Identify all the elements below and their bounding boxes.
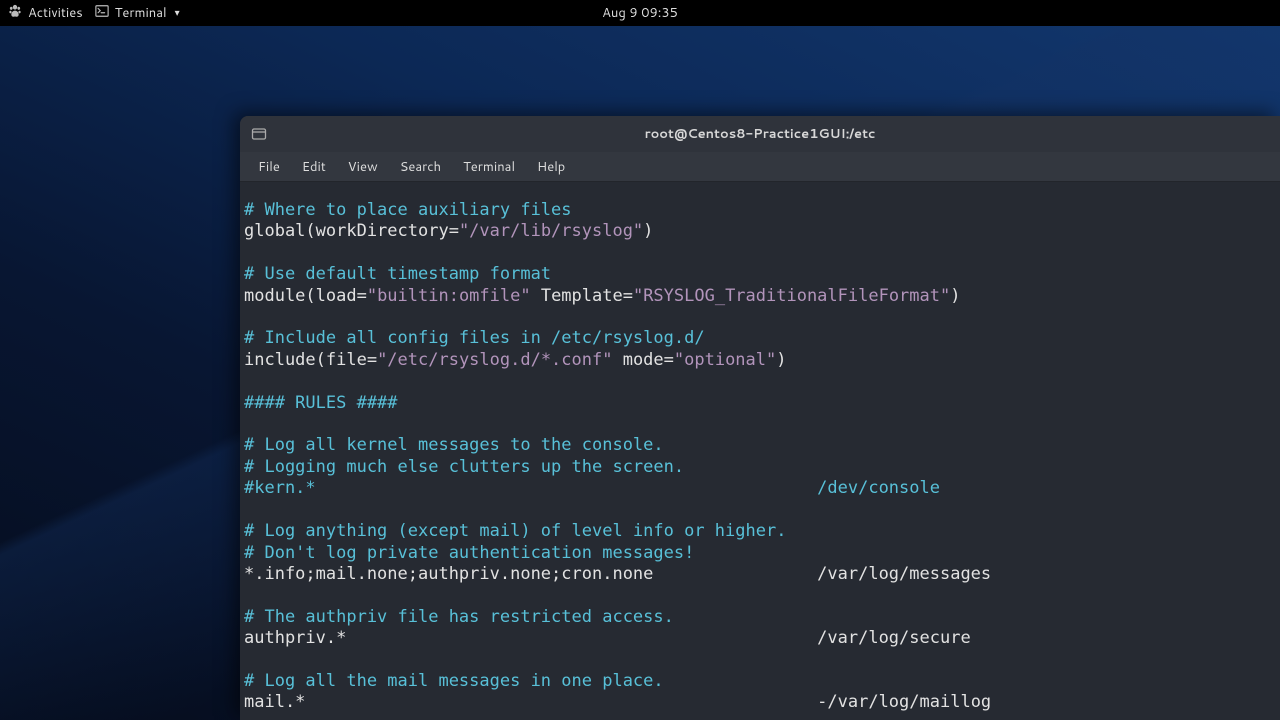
code-text: *.info;mail.none;authpriv.none;cron.none	[244, 564, 653, 584]
code-text: /dev/console	[316, 478, 940, 498]
activities-button[interactable]: Activities	[8, 4, 83, 23]
menu-view[interactable]: View	[338, 154, 388, 180]
code-string: "optional"	[674, 350, 776, 370]
code-line: # Log all the mail messages in one place…	[244, 671, 664, 691]
menu-file[interactable]: File	[248, 154, 290, 180]
code-line: # Where to place auxiliary files	[244, 200, 572, 220]
code-string: "/etc/rsyslog.d/*.conf"	[377, 350, 612, 370]
gnome-topbar: Activities Terminal ▾ Aug 9 09:35	[0, 0, 1280, 26]
code-text: #kern.*	[244, 478, 316, 498]
activities-label: Activities	[28, 4, 83, 22]
code-text: mode=	[612, 350, 673, 370]
terminal-window: root@Centos8-Practice1GUI:/etc File Edit…	[240, 116, 1280, 720]
code-line: # Include all config files in /etc/rsysl…	[244, 328, 705, 348]
chevron-down-icon: ▾	[175, 6, 180, 20]
new-tab-icon[interactable]	[250, 125, 268, 143]
code-text: )	[776, 350, 786, 370]
code-text: include(file=	[244, 350, 377, 370]
clock[interactable]: Aug 9 09:35	[602, 4, 678, 22]
code-line: # Use default timestamp format	[244, 264, 551, 284]
code-line: #### RULES ####	[244, 393, 398, 413]
code-text: /var/log/secure	[346, 628, 970, 648]
code-text: /var/log/messages	[653, 564, 991, 584]
terminal-app-icon	[95, 4, 109, 23]
code-line: # Logging much else clutters up the scre…	[244, 457, 684, 477]
menu-search[interactable]: Search	[390, 154, 451, 180]
code-text: module(load=	[244, 286, 367, 306]
menu-edit[interactable]: Edit	[292, 154, 336, 180]
menu-help[interactable]: Help	[527, 154, 575, 180]
code-string: "builtin:omfile"	[367, 286, 531, 306]
code-text: )	[950, 286, 960, 306]
menubar: File Edit View Search Terminal Help	[240, 152, 1280, 182]
menu-terminal[interactable]: Terminal	[453, 154, 525, 180]
code-string: "/var/lib/rsyslog"	[459, 221, 643, 241]
code-line: # Don't log private authentication messa…	[244, 543, 694, 563]
code-text: )	[643, 221, 653, 241]
code-text: authpriv.*	[244, 628, 346, 648]
code-line: # The authpriv file has restricted acces…	[244, 607, 674, 627]
terminal-content[interactable]: # Where to place auxiliary files global(…	[240, 182, 1280, 720]
current-app-menu[interactable]: Terminal ▾	[95, 4, 180, 23]
code-text: mail.*	[244, 692, 305, 712]
code-text: -/var/log/maillog	[305, 692, 991, 712]
current-app-label: Terminal	[115, 4, 167, 22]
window-title: root@Centos8-Practice1GUI:/etc	[645, 125, 876, 143]
code-line: # Log all kernel messages to the console…	[244, 435, 664, 455]
code-line: # Log anything (except mail) of level in…	[244, 521, 786, 541]
code-text: global(workDirectory=	[244, 221, 459, 241]
code-text: Template=	[531, 286, 633, 306]
gnome-foot-icon	[8, 4, 22, 23]
window-titlebar[interactable]: root@Centos8-Practice1GUI:/etc	[240, 116, 1280, 152]
code-string: "RSYSLOG_TraditionalFileFormat"	[633, 286, 950, 306]
